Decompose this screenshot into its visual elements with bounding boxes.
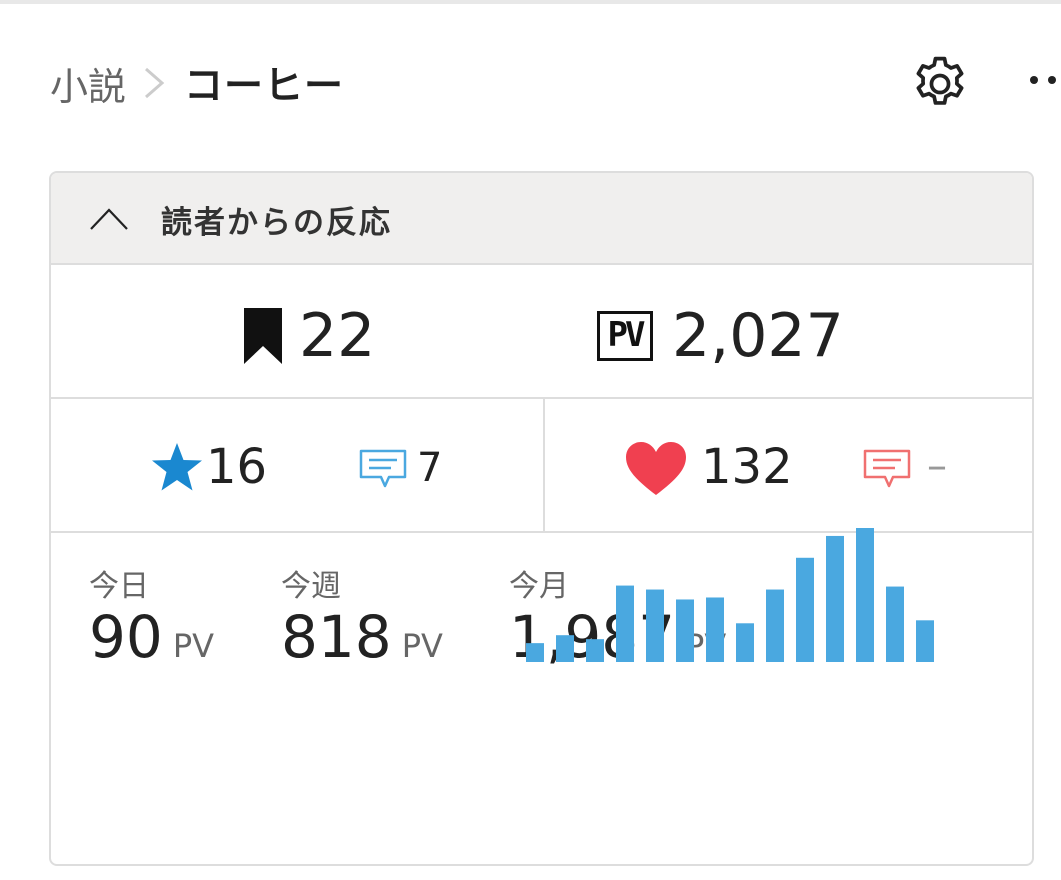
pv-bar (826, 535, 844, 662)
review-icon[interactable] (359, 449, 407, 489)
bookmark-count: 22 (299, 301, 376, 371)
breadcrumb-parent[interactable]: 小説 (50, 56, 126, 111)
settings-button[interactable] (908, 52, 972, 116)
totals-row: 22 PV 2,027 (51, 265, 1032, 399)
chevron-right-icon (145, 67, 165, 99)
pv-bar (646, 589, 664, 662)
heart-icon (626, 442, 686, 495)
reactions-panel-title: 読者からの反応 (161, 205, 392, 241)
pv-bar (706, 597, 724, 662)
pv-bar-chart (526, 528, 934, 662)
comment-count: – (927, 443, 947, 489)
pv-bar (856, 528, 874, 662)
pv-today-label: 今日 (89, 569, 149, 604)
breadcrumb-current: コーヒー (184, 64, 345, 109)
pv-today-value: 90 (89, 603, 163, 671)
pv-bar (676, 599, 694, 662)
pv-today: 今日 90 PV (89, 561, 214, 671)
pv-bar (556, 635, 574, 662)
more-icon (1030, 76, 1056, 84)
top-divider (0, 0, 1061, 4)
pv-week: 今週 818 PV (281, 561, 443, 671)
pv-week-unit: PV (401, 627, 443, 665)
more-button[interactable] (1025, 66, 1061, 96)
pv-bar (796, 557, 814, 662)
chevron-up-icon[interactable] (87, 201, 131, 235)
pv-icon: PV (597, 311, 653, 361)
star-count: 16 (206, 439, 268, 495)
reactions-panel-header[interactable]: 読者からの反応 (51, 173, 1032, 265)
breadcrumb: 小説 コーヒー (50, 48, 344, 118)
review-count: 7 (417, 445, 443, 491)
evaluations-row: 16 7 132 – (51, 399, 1032, 533)
bookmark-icon (244, 308, 282, 364)
pv-bar (886, 586, 904, 662)
pv-total-count: 2,027 (672, 301, 844, 371)
pv-bar (736, 623, 754, 662)
pv-week-label: 今週 (281, 569, 341, 604)
pv-week-value: 818 (281, 603, 392, 671)
pv-bar (526, 643, 544, 662)
pv-bar (766, 589, 784, 662)
pv-bar (916, 620, 934, 662)
gear-icon (916, 56, 964, 105)
reactions-panel: 読者からの反応 22 PV 2,027 16 7 132 – 今日 90 PV … (49, 171, 1034, 866)
pv-today-unit: PV (172, 627, 214, 665)
comment-icon[interactable] (863, 449, 911, 489)
star-icon (152, 443, 202, 491)
row-divider (543, 399, 545, 533)
heart-count: 132 (701, 439, 793, 495)
pv-bar (616, 585, 634, 662)
pv-bar (586, 639, 604, 662)
page-header: 小説 コーヒー (50, 48, 1061, 118)
